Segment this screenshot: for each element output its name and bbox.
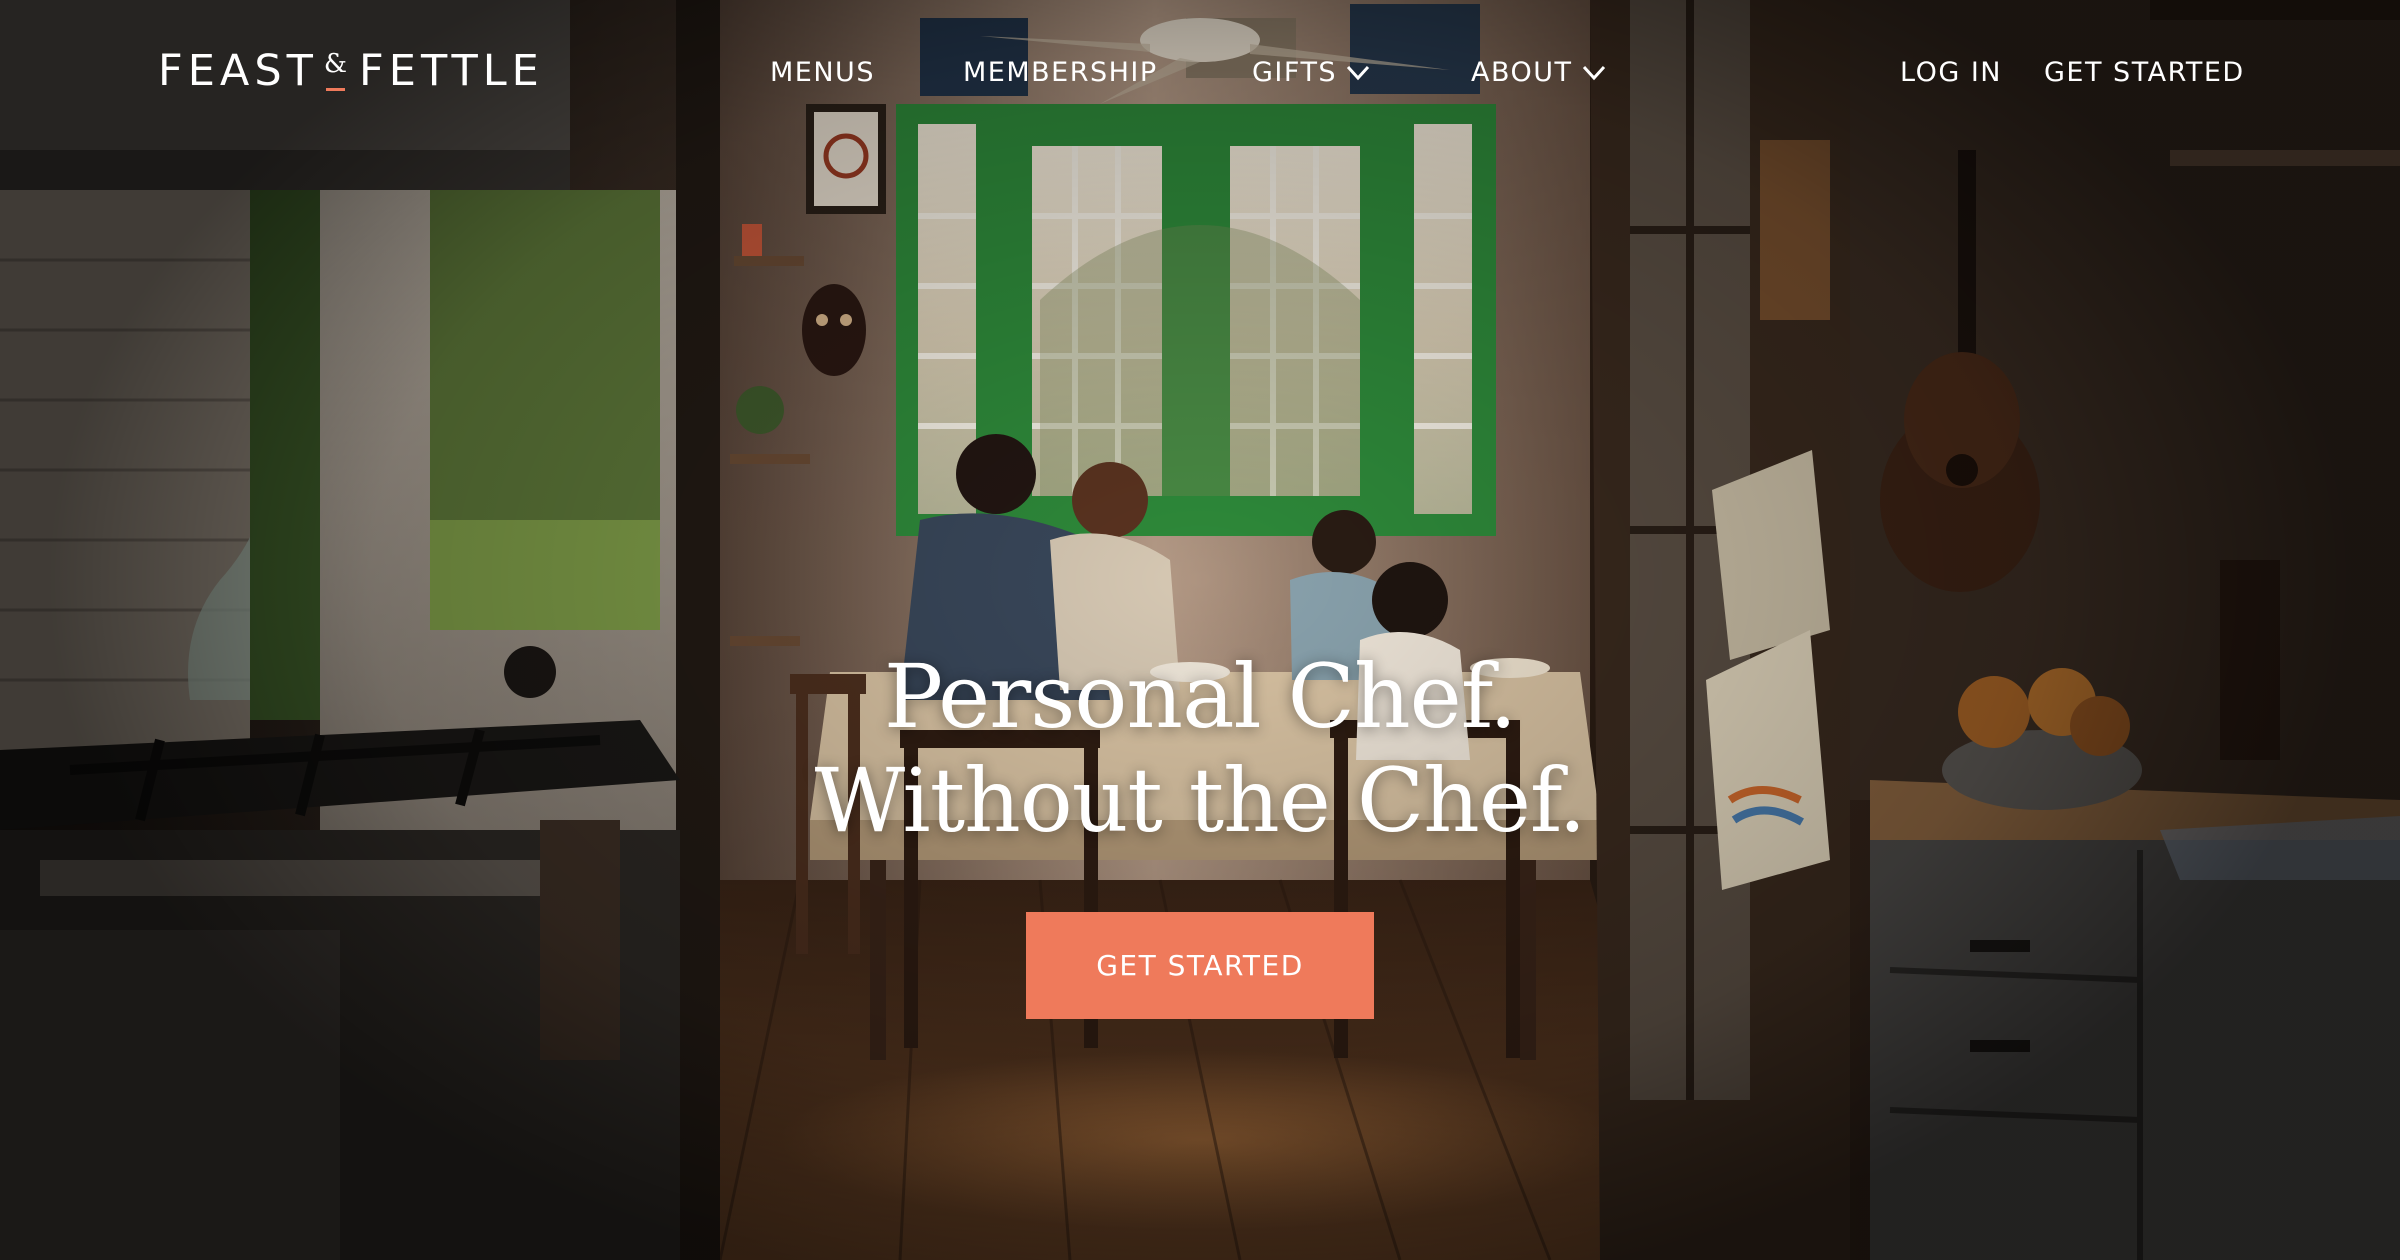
chevron-down-icon (1345, 59, 1371, 85)
nav-membership-label: MEMBERSHIP (963, 56, 1158, 88)
nav-about-dropdown[interactable]: ABOUT (1471, 50, 1607, 94)
hero-headline: Personal Chef. Without the Chef. (0, 645, 2400, 853)
login-link[interactable]: LOG IN (1900, 50, 2002, 94)
hero-headline-line-2: Without the Chef. (814, 749, 1587, 852)
nav-get-started-label: GET STARTED (2044, 56, 2245, 88)
nav-get-started-link[interactable]: GET STARTED (2044, 50, 2245, 94)
nav-menus-label: MENUS (770, 56, 875, 88)
hero-headline-line-1: Personal Chef. (883, 645, 1517, 748)
nav-gifts-label: GIFTS (1252, 56, 1338, 88)
brand-name-left: FEAST (158, 46, 318, 96)
brand-logo[interactable]: FEAST & FETTLE (158, 46, 544, 96)
chevron-down-icon (1581, 59, 1607, 85)
nav-about-label: ABOUT (1471, 56, 1573, 88)
login-label: LOG IN (1900, 56, 2002, 88)
nav-gifts-dropdown[interactable]: GIFTS (1252, 50, 1371, 94)
nav-membership[interactable]: MEMBERSHIP (963, 50, 1158, 94)
hero-background-photo (0, 0, 2400, 1260)
brand-name-right: FETTLE (359, 46, 544, 96)
hero-get-started-button[interactable]: GET STARTED (1026, 912, 1374, 1019)
brand-ampersand: & (323, 49, 348, 91)
nav-menus[interactable]: MENUS (770, 50, 875, 94)
hero-section (0, 0, 2400, 1260)
